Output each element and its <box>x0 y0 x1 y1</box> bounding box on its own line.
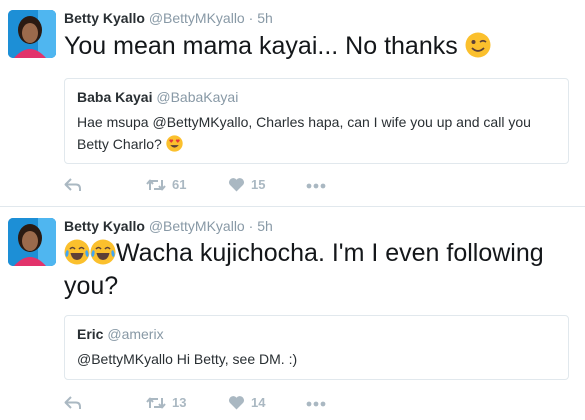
retweet-button[interactable]: 13 <box>146 394 186 411</box>
retweet-icon <box>146 179 166 191</box>
quoted-author-handle: @BabaKayai <box>156 89 239 105</box>
reply-icon <box>64 177 81 191</box>
quoted-author-name: Eric <box>77 326 104 342</box>
quoted-author-name: Baba Kayai <box>77 89 153 105</box>
like-button[interactable]: 14 <box>228 394 265 410</box>
reply-button[interactable] <box>64 176 82 193</box>
retweet-icon <box>146 397 166 409</box>
quoted-tweet[interactable]: Baba Kayai @BabaKayai Hae msupa @BettyMK… <box>64 78 569 164</box>
like-button[interactable]: 15 <box>228 176 265 192</box>
timestamp[interactable]: 5h <box>257 218 273 234</box>
tears-of-joy-face-icon <box>90 239 116 265</box>
quoted-tweet-text: @BettyMKyallo Hi Betty, see DM. :) <box>77 351 298 367</box>
quoted-tweet-text-content: Hae msupa @BettyMKyallo, Charles hapa, c… <box>77 114 531 152</box>
avatar-image <box>8 10 56 58</box>
tears-of-joy-face-icon <box>64 239 90 265</box>
separator-dot: · <box>248 218 254 234</box>
retweet-count: 13 <box>172 395 187 411</box>
author-handle[interactable]: @BettyMKyallo <box>149 10 245 26</box>
quoted-tweet[interactable]: Eric @amerix @BettyMKyallo Hi Betty, see… <box>64 315 569 380</box>
heart-eyes-face-icon <box>166 135 183 152</box>
more-options-button[interactable] <box>306 177 326 193</box>
author-name[interactable]: Betty Kyallo <box>64 218 145 234</box>
reply-icon <box>64 395 81 409</box>
avatar-image <box>8 218 56 266</box>
tweet-text-content: Wacha kujichocha. I'm I even following y… <box>64 239 544 300</box>
retweet-count: 61 <box>172 177 187 193</box>
author-handle[interactable]: @BettyMKyallo <box>149 218 245 234</box>
like-count: 15 <box>251 177 266 193</box>
tweet-text: Wacha kujichocha. I'm I even following y… <box>64 237 569 303</box>
more-options-button[interactable] <box>306 395 326 411</box>
tweet-text: You mean mama kayai... No thanks <box>64 30 569 63</box>
quoted-tweet-header: Baba Kayai @BabaKayai <box>77 89 556 105</box>
like-count: 14 <box>251 395 266 411</box>
retweet-button[interactable]: 61 <box>146 176 186 193</box>
quoted-tweet-text: Hae msupa @BettyMKyallo, Charles hapa, c… <box>77 111 556 155</box>
reply-button[interactable] <box>64 394 82 411</box>
more-icon <box>306 183 326 188</box>
quoted-tweet-header: Eric @amerix <box>77 326 556 342</box>
tweet[interactable]: Betty Kyallo @BettyMKyallo · 5h You mean… <box>0 0 585 207</box>
quoted-author-handle: @amerix <box>107 326 164 342</box>
more-icon <box>306 401 326 406</box>
avatar[interactable] <box>8 10 56 58</box>
tweet-header: Betty Kyallo @BettyMKyallo · 5h <box>64 218 273 234</box>
timestamp[interactable]: 5h <box>257 10 273 26</box>
heart-icon <box>228 178 245 192</box>
tweet-header: Betty Kyallo @BettyMKyallo · 5h <box>64 10 273 26</box>
heart-icon <box>228 396 245 410</box>
author-name[interactable]: Betty Kyallo <box>64 10 145 26</box>
winking-face-icon <box>465 32 491 58</box>
tweet-actions: 61 15 <box>64 176 569 196</box>
tweet[interactable]: Betty Kyallo @BettyMKyallo · 5h Wacha ku… <box>0 207 585 420</box>
separator-dot: · <box>248 10 254 26</box>
tweet-actions: 13 14 <box>64 394 569 414</box>
tweet-text-content: You mean mama kayai... No thanks <box>64 32 458 60</box>
avatar[interactable] <box>8 218 56 266</box>
